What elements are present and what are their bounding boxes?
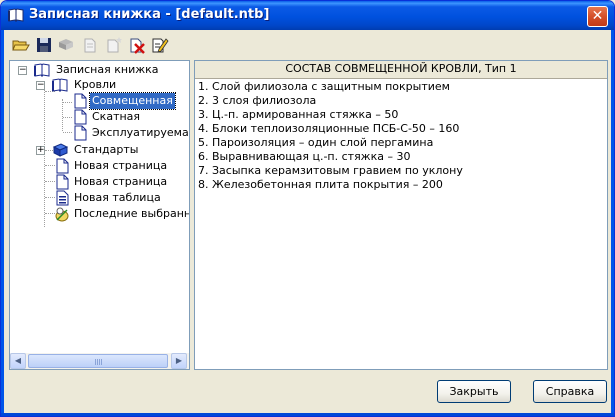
window-frame-bottom — [1, 413, 614, 416]
save-icon — [37, 38, 51, 52]
notebook-window: Записная книжка - [default.ntb] ✕ − Запи… — [0, 0, 615, 417]
tree-item-label: Стандарты — [74, 143, 139, 156]
horizontal-scrollbar[interactable]: ◀ ▶ — [10, 353, 189, 369]
save-button[interactable] — [35, 36, 53, 54]
page-icon — [56, 158, 69, 174]
tree-item-new-page[interactable]: Новая страница — [10, 158, 189, 174]
tree-item-label: Кровли — [74, 78, 117, 91]
tree-item-label: Совмещенная — [89, 92, 176, 110]
new-item-icon — [107, 37, 122, 53]
tree-item-root[interactable]: − Записная книжка — [10, 62, 189, 78]
tree-item-standards[interactable]: + Стандарты — [10, 142, 189, 158]
new-page-button[interactable] — [81, 36, 99, 54]
toolbar — [9, 34, 609, 56]
content-line: 4. Блоки теплоизоляционные ПСБ-С-50 – 16… — [198, 122, 460, 135]
table-icon — [56, 190, 69, 206]
collapse-expander[interactable]: − — [36, 81, 45, 90]
tree-item-roofs[interactable]: − Кровли — [10, 77, 189, 93]
tree-panel: − Записная книжка − Кровли Совмещенная С… — [9, 60, 190, 370]
books-button[interactable] — [57, 36, 75, 54]
new-page-icon — [84, 38, 96, 53]
notebook-icon — [34, 63, 50, 77]
new-item-button[interactable] — [105, 36, 123, 54]
tree-item-combined[interactable]: Совмещенная — [10, 92, 189, 110]
delete-button[interactable] — [128, 36, 146, 54]
thumb-grip — [95, 359, 96, 365]
tree-item-recent[interactable]: Последние выбранные — [10, 206, 189, 222]
scroll-left-button[interactable]: ◀ — [10, 353, 26, 369]
tree-item-label: Последние выбранные — [74, 207, 189, 220]
content-header: СОСТАВ СОВМЕЩЕННОЙ КРОВЛИ, Тип 1 — [195, 61, 607, 79]
content-panel: СОСТАВ СОВМЕЩЕННОЙ КРОВЛИ, Тип 1 1. Слой… — [194, 60, 608, 370]
expand-expander[interactable]: + — [36, 146, 45, 155]
tree-item-label: Новая страница — [74, 175, 168, 188]
page-icon — [56, 174, 69, 190]
window-title: Записная книжка - [default.ntb] — [29, 7, 270, 22]
content-line: 5. Пароизоляция – один слой пергамина — [198, 136, 434, 149]
recent-items-icon — [55, 207, 69, 222]
tree-item-new-page[interactable]: Новая страница — [10, 174, 189, 190]
thumb-grip — [99, 359, 100, 365]
edit-button[interactable] — [151, 36, 169, 54]
book-stack-icon — [52, 143, 68, 157]
page-icon — [74, 109, 87, 125]
page-icon — [74, 125, 87, 141]
content-line: 1. Слой филиозола с защитным покрытием — [198, 80, 450, 93]
scroll-right-button[interactable]: ▶ — [171, 353, 187, 369]
tree-item-label: Записная книжка — [56, 63, 159, 76]
scroll-thumb[interactable] — [28, 354, 168, 368]
books-icon — [59, 39, 73, 50]
close-button[interactable]: Закрыть — [437, 380, 511, 403]
content-line: 2. 3 слоя филиозола — [198, 94, 317, 107]
title-bar[interactable]: Записная книжка - [default.ntb] ✕ — [1, 1, 614, 30]
content-line: 3. Ц.-п. армированная стяжка – 50 — [198, 108, 399, 121]
tree-item-label: Скатная — [92, 110, 141, 123]
thumb-grip — [101, 359, 102, 365]
content-text[interactable]: 1. Слой филиозола с защитным покрытием 2… — [198, 80, 603, 192]
notebook-icon — [52, 78, 68, 92]
edit-icon — [152, 38, 169, 53]
tree-item-exploited[interactable]: Эксплуатируемая — [10, 125, 189, 141]
content-line: 7. Засыпка керамзитовым гравием по уклон… — [198, 164, 463, 177]
tree-item-new-table[interactable]: Новая таблица — [10, 190, 189, 206]
content-line: 6. Выравнивающая ц.-п. стяжка – 30 — [198, 150, 411, 163]
tree-item-pitched[interactable]: Скатная — [10, 109, 189, 125]
tree-item-label: Эксплуатируемая — [92, 126, 189, 139]
open-icon — [12, 40, 30, 51]
thumb-grip — [97, 359, 98, 365]
window-frame-left — [1, 30, 4, 416]
open-button[interactable] — [12, 36, 30, 54]
help-button[interactable]: Справка — [533, 380, 607, 403]
tree-item-label: Новая страница — [74, 159, 168, 172]
delete-icon — [130, 38, 145, 54]
content-line: 8. Железобетонная плита покрытия – 200 — [198, 178, 443, 191]
tree-item-label: Новая таблица — [74, 191, 161, 204]
book-icon — [8, 8, 24, 22]
collapse-expander[interactable]: − — [18, 66, 27, 75]
notebook-tree[interactable]: − Записная книжка − Кровли Совмещенная С… — [10, 61, 189, 353]
window-frame-right — [611, 30, 614, 416]
page-icon — [74, 93, 87, 109]
window-close-button[interactable]: ✕ — [587, 6, 608, 27]
